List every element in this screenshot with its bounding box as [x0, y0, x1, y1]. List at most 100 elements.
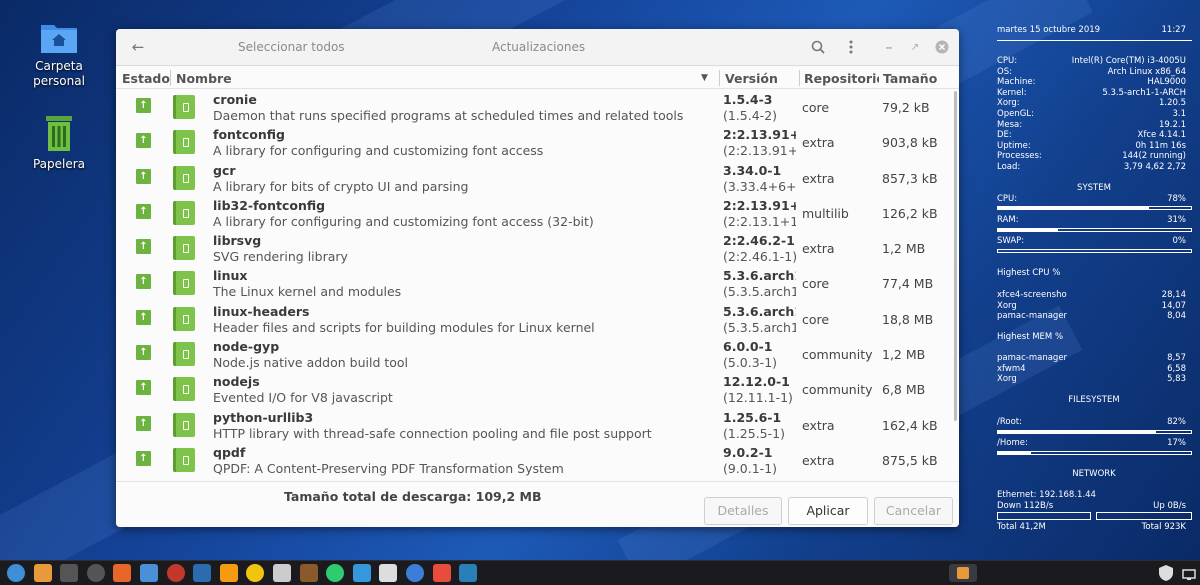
close-icon[interactable]: [931, 36, 953, 58]
conky-root-bar: [997, 430, 1192, 434]
package-repository: core: [802, 100, 830, 115]
update-check-icon[interactable]: ↑: [136, 345, 151, 361]
files-icon[interactable]: [86, 564, 105, 582]
package-row[interactable]: ↑ gcr A library for bits of crypto UI and …: [116, 160, 952, 195]
vlc-icon[interactable]: [219, 564, 238, 582]
conky-process-name: Xorg: [997, 374, 1017, 385]
package-icon: [173, 165, 195, 190]
menu-dots-icon[interactable]: [840, 36, 862, 58]
banana-icon[interactable]: [246, 564, 265, 582]
package-row[interactable]: ↑ fontconfig A library for configuring and…: [116, 124, 952, 159]
conky-home-bar: [997, 451, 1192, 455]
package-old-version: (9.0.1-1): [723, 460, 778, 476]
package-icon: [173, 236, 195, 261]
conky-info-value: Intel(R) Core(TM) i3-4005U: [1071, 56, 1186, 66]
update-check-icon[interactable]: ↑: [136, 450, 151, 466]
select-all-button[interactable]: Seleccionar todos: [238, 40, 345, 54]
arch-menu-icon[interactable]: [7, 564, 25, 582]
package-size: 79,2 kB: [882, 100, 930, 115]
qbittorrent-icon[interactable]: [352, 564, 371, 582]
conky-ram-value: 31%: [1167, 215, 1186, 225]
bunny-icon[interactable]: [379, 564, 398, 582]
conky-info-key: Uptime:: [997, 140, 1031, 151]
package-name: fontconfig: [213, 127, 286, 143]
desktop-icon-trash[interactable]: Papelera: [16, 114, 102, 172]
column-version[interactable]: Versión: [725, 71, 778, 86]
package-row[interactable]: ↑ librsvg SVG rendering library 2:2.46.2-1(…: [116, 230, 952, 265]
conky-network-heading: NETWORK: [1072, 469, 1116, 479]
screenshot-icon[interactable]: [273, 564, 291, 582]
update-check-icon[interactable]: ↑: [136, 239, 151, 255]
package-icon: [173, 412, 195, 437]
cloud-icon[interactable]: [193, 564, 212, 582]
weather-icon[interactable]: [406, 564, 424, 582]
update-check-icon[interactable]: ↑: [136, 98, 151, 113]
package-icon: [173, 377, 195, 402]
update-check-icon[interactable]: ↑: [136, 309, 151, 325]
firefox-icon[interactable]: [113, 564, 132, 582]
filezilla-icon[interactable]: [166, 564, 185, 582]
update-check-icon[interactable]: ↑: [136, 415, 151, 431]
cancel-button[interactable]: Cancelar: [874, 497, 953, 525]
update-check-icon[interactable]: ↑: [136, 168, 151, 184]
conky-cpu-bar: [997, 206, 1192, 210]
conky-total-down: Total 41,2M: [997, 522, 1046, 532]
back-arrow-icon[interactable]: ←: [127, 36, 149, 58]
chromium-icon[interactable]: [140, 564, 158, 582]
column-size[interactable]: Tamaño: [883, 71, 937, 86]
pamac-active-icon[interactable]: [949, 564, 977, 582]
package-row[interactable]: ↑ node-gyp Node.js native addon build tool…: [116, 336, 952, 371]
conky-info-value: 0h 11m 16s: [1135, 140, 1186, 151]
coconut-icon[interactable]: [299, 564, 318, 582]
conky-total-up: Total 923K: [1141, 522, 1186, 532]
cleaner-icon[interactable]: [326, 564, 345, 582]
maximize-icon[interactable]: ↗: [904, 36, 926, 58]
conky-swap-bar: [997, 249, 1192, 253]
update-check-icon[interactable]: ↑: [136, 203, 151, 219]
package-old-version: (5.3.5.arch1-: [723, 319, 796, 335]
column-repository[interactable]: Repositorio: [804, 71, 879, 86]
vertical-scrollbar[interactable]: [954, 91, 957, 421]
network-icon[interactable]: [1181, 564, 1197, 582]
conky-info-key: Machine:: [997, 77, 1036, 88]
pamac-icon[interactable]: [33, 564, 52, 582]
package-description: QPDF: A Content-Preserving PDF Transform…: [213, 460, 564, 476]
package-icon: [173, 342, 195, 367]
package-size: 77,4 MB: [882, 276, 934, 292]
package-row[interactable]: ↑ linux The Linux kernel and modules 5.3.6.…: [116, 265, 952, 300]
package-row[interactable]: ↑ cronie Daemon that runs specified progra…: [116, 89, 952, 124]
update-check-icon[interactable]: ↑: [136, 133, 151, 149]
home-folder-icon: [40, 20, 78, 54]
mail-icon[interactable]: [459, 564, 478, 582]
package-new-version: 5.3.6.arch1: [723, 268, 796, 284]
conky-up-speed: Up 0B/s: [1153, 501, 1186, 511]
package-new-version: 3.34.0-1: [723, 162, 782, 178]
package-row[interactable]: ↑ qpdf QPDF: A Content-Preserving PDF Tran…: [116, 442, 952, 477]
minimize-icon[interactable]: –: [878, 36, 900, 58]
conky-info-key: DE:: [997, 130, 1012, 141]
column-name[interactable]: Nombre: [176, 71, 232, 86]
column-status[interactable]: Estado: [122, 71, 170, 86]
search-icon[interactable]: [807, 36, 829, 58]
package-repository: multilib: [802, 205, 849, 221]
package-row[interactable]: ↑ nodejs Evented I/O for V8 javascript 12.1…: [116, 371, 952, 406]
update-check-icon[interactable]: ↑: [136, 380, 151, 396]
desktop-icon-home[interactable]: Carpeta personal: [16, 20, 102, 89]
conky-filesystem-heading: FILESYSTEM: [1068, 395, 1120, 405]
column-headers: Estado Nombre ▼ Versión Repositorio Tama…: [116, 67, 959, 89]
package-row[interactable]: ↑ linux-headers Header files and scripts f…: [116, 301, 952, 336]
package-icon: [173, 271, 195, 296]
package-new-version: 1.25.6-1: [723, 409, 782, 425]
package-icon: [173, 306, 195, 331]
terminal-icon[interactable]: [60, 564, 79, 582]
details-button[interactable]: Detalles: [704, 497, 782, 525]
package-repository: community: [802, 382, 873, 398]
package-row[interactable]: ↑ lib32-fontconfig A library for configuri…: [116, 195, 952, 230]
package-row[interactable]: ↑ python-urllib3 HTTP library with thread-…: [116, 407, 952, 442]
update-check-icon[interactable]: ↑: [136, 274, 151, 290]
apply-button[interactable]: Aplicar: [788, 497, 868, 525]
shield-icon[interactable]: [1158, 564, 1176, 582]
package-description: Daemon that runs specified programs at s…: [213, 108, 684, 123]
media-icon[interactable]: [432, 564, 451, 582]
package-description: Header files and scripts for building mo…: [213, 319, 595, 335]
